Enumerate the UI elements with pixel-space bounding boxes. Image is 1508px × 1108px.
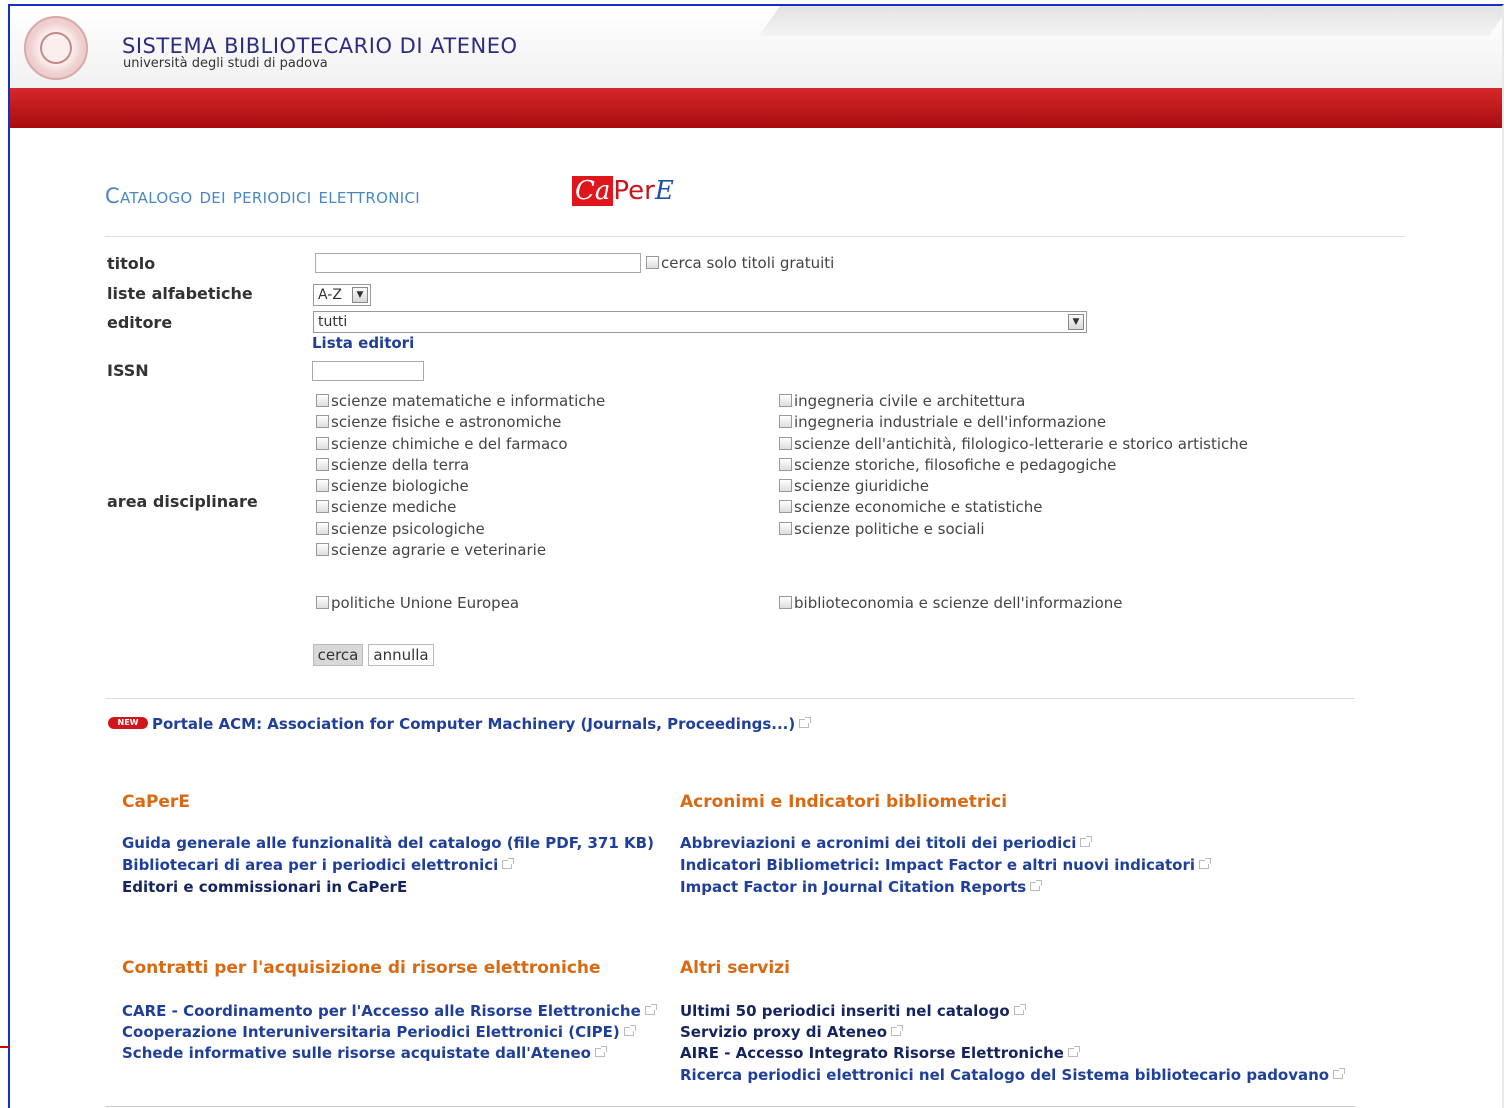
lista-editori-link[interactable]: Lista editori xyxy=(312,334,414,352)
editore-label: editore xyxy=(107,313,173,332)
section-title-altri: Altri servizi xyxy=(680,958,790,978)
area-checkbox[interactable] xyxy=(316,596,329,609)
chevron-down-icon: ▼ xyxy=(352,287,368,303)
new-badge: NEW xyxy=(108,717,148,729)
area-option[interactable]: scienze chimiche e del farmaco xyxy=(316,435,568,453)
aire-link[interactable]: AIRE - Accesso Integrato Risorse Elettro… xyxy=(680,1044,1080,1062)
university-seal-logo[interactable] xyxy=(24,16,88,80)
divider xyxy=(105,1106,1355,1107)
area-option[interactable]: scienze politiche e sociali xyxy=(779,520,985,538)
cancel-button[interactable]: annulla xyxy=(368,644,434,666)
area-checkbox[interactable] xyxy=(779,522,792,535)
abbreviazioni-link[interactable]: Abbreviazioni e acronimi dei titoli dei … xyxy=(680,834,1093,852)
external-link-icon xyxy=(799,717,812,728)
external-link-icon xyxy=(1333,1068,1346,1079)
free-only-checkbox[interactable] xyxy=(646,256,659,269)
editori-link[interactable]: Editori e commissionari in CaPerE xyxy=(122,878,407,896)
site-header: SISTEMA BIBLIOTECARIO DI ATENEO universi… xyxy=(10,6,1502,88)
divider xyxy=(105,698,1355,699)
external-link-icon xyxy=(1030,880,1043,891)
capere-logo: Ca PerE xyxy=(572,176,674,210)
guide-pdf-link[interactable]: Guida generale alle funzionalità del cat… xyxy=(122,834,654,852)
ultimi-50-link[interactable]: Ultimi 50 periodici inseriti nel catalog… xyxy=(680,1002,1026,1020)
page-frame: SISTEMA BIBLIOTECARIO DI ATENEO universi… xyxy=(8,4,1504,1108)
area-option[interactable]: scienze biologiche xyxy=(316,477,469,495)
area-checkbox[interactable] xyxy=(316,415,329,428)
titolo-label: titolo xyxy=(107,254,156,273)
area-checkbox[interactable] xyxy=(316,479,329,492)
external-link-icon xyxy=(1080,836,1093,847)
area-option[interactable]: scienze matematiche e informatiche xyxy=(316,392,605,410)
care-link[interactable]: CARE - Coordinamento per l'Accesso alle … xyxy=(122,1002,657,1020)
chevron-down-icon: ▼ xyxy=(1068,314,1084,330)
external-link-icon xyxy=(1067,1046,1080,1057)
issn-input[interactable] xyxy=(312,361,424,381)
section-title-capere: CaPerE xyxy=(122,792,190,812)
catalogo-sistema-link[interactable]: Ricerca periodici elettronici nel Catalo… xyxy=(680,1066,1346,1084)
area-checkbox[interactable] xyxy=(316,543,329,556)
area-option[interactable]: scienze della terra xyxy=(316,456,469,474)
area-checkbox[interactable] xyxy=(779,596,792,609)
bibliotecari-link[interactable]: Bibliotecari di area per i periodici ele… xyxy=(122,856,515,874)
area-checkbox[interactable] xyxy=(316,458,329,471)
area-option-biblioteconomia[interactable]: biblioteconomia e scienze dell'informazi… xyxy=(779,594,1123,612)
area-checkbox[interactable] xyxy=(779,479,792,492)
area-option[interactable]: ingegneria industriale e dell'informazio… xyxy=(779,413,1106,431)
area-option-ue[interactable]: politiche Unione Europea xyxy=(316,594,519,612)
area-option[interactable]: scienze economiche e statistiche xyxy=(779,498,1042,516)
cipe-link[interactable]: Cooperazione Interuniversitaria Periodic… xyxy=(122,1023,636,1041)
indicatori-link[interactable]: Indicatori Bibliometrici: Impact Factor … xyxy=(680,856,1212,874)
area-checkbox[interactable] xyxy=(779,458,792,471)
liste-select[interactable]: A-Z ▼ xyxy=(313,284,371,306)
section-title-contratti: Contratti per l'acquisizione di risorse … xyxy=(122,958,601,978)
free-only-option[interactable]: cerca solo titoli gratuiti xyxy=(646,254,834,272)
area-checkbox[interactable] xyxy=(316,522,329,535)
divider xyxy=(105,236,1405,237)
area-checkbox[interactable] xyxy=(316,437,329,450)
section-title-acronimi: Acronimi e Indicatori bibliometrici xyxy=(680,792,1008,812)
issn-label: ISSN xyxy=(107,361,149,380)
area-option[interactable]: scienze fisiche e astronomiche xyxy=(316,413,561,431)
editore-select[interactable]: tutti ▼ xyxy=(313,311,1087,333)
area-checkbox[interactable] xyxy=(316,394,329,407)
area-label: area disciplinare xyxy=(107,492,258,511)
red-banner xyxy=(10,88,1502,128)
area-checkbox[interactable] xyxy=(779,437,792,450)
site-title[interactable]: SISTEMA BIBLIOTECARIO DI ATENEO xyxy=(122,34,518,58)
proxy-link[interactable]: Servizio proxy di Ateneo xyxy=(680,1023,904,1041)
external-link-icon xyxy=(623,1025,636,1036)
impact-factor-link[interactable]: Impact Factor in Journal Citation Report… xyxy=(680,878,1043,896)
acm-portal-link[interactable]: Portale ACM: Association for Computer Ma… xyxy=(152,715,812,733)
external-link-icon xyxy=(594,1046,607,1057)
area-option[interactable]: scienze psicologiche xyxy=(316,520,485,538)
external-link-icon xyxy=(891,1025,904,1036)
external-link-icon xyxy=(502,858,515,869)
area-option[interactable]: scienze mediche xyxy=(316,498,456,516)
area-option[interactable]: ingegneria civile e architettura xyxy=(779,392,1025,410)
area-checkbox[interactable] xyxy=(316,500,329,513)
catalog-title: Catalogo dei periodici elettronici xyxy=(105,184,420,208)
header-decoration xyxy=(758,6,1502,36)
search-button[interactable]: cerca xyxy=(313,644,363,666)
area-option[interactable]: scienze giuridiche xyxy=(779,477,929,495)
area-option[interactable]: scienze storiche, filosofiche e pedagogi… xyxy=(779,456,1116,474)
site-subtitle: università degli studi di padova xyxy=(123,56,328,71)
external-link-icon xyxy=(1199,858,1212,869)
external-link-icon xyxy=(644,1004,657,1015)
area-checkbox[interactable] xyxy=(779,415,792,428)
area-option[interactable]: scienze dell'antichità, filologico-lette… xyxy=(779,435,1248,453)
external-link-icon xyxy=(1013,1004,1026,1015)
titolo-input[interactable] xyxy=(315,253,641,273)
area-option[interactable]: scienze agrarie e veterinarie xyxy=(316,541,546,559)
schede-link[interactable]: Schede informative sulle risorse acquist… xyxy=(122,1044,607,1062)
liste-label: liste alfabetiche xyxy=(107,284,253,303)
edge-marker xyxy=(0,1046,10,1048)
area-checkbox[interactable] xyxy=(779,394,792,407)
area-checkbox[interactable] xyxy=(779,500,792,513)
